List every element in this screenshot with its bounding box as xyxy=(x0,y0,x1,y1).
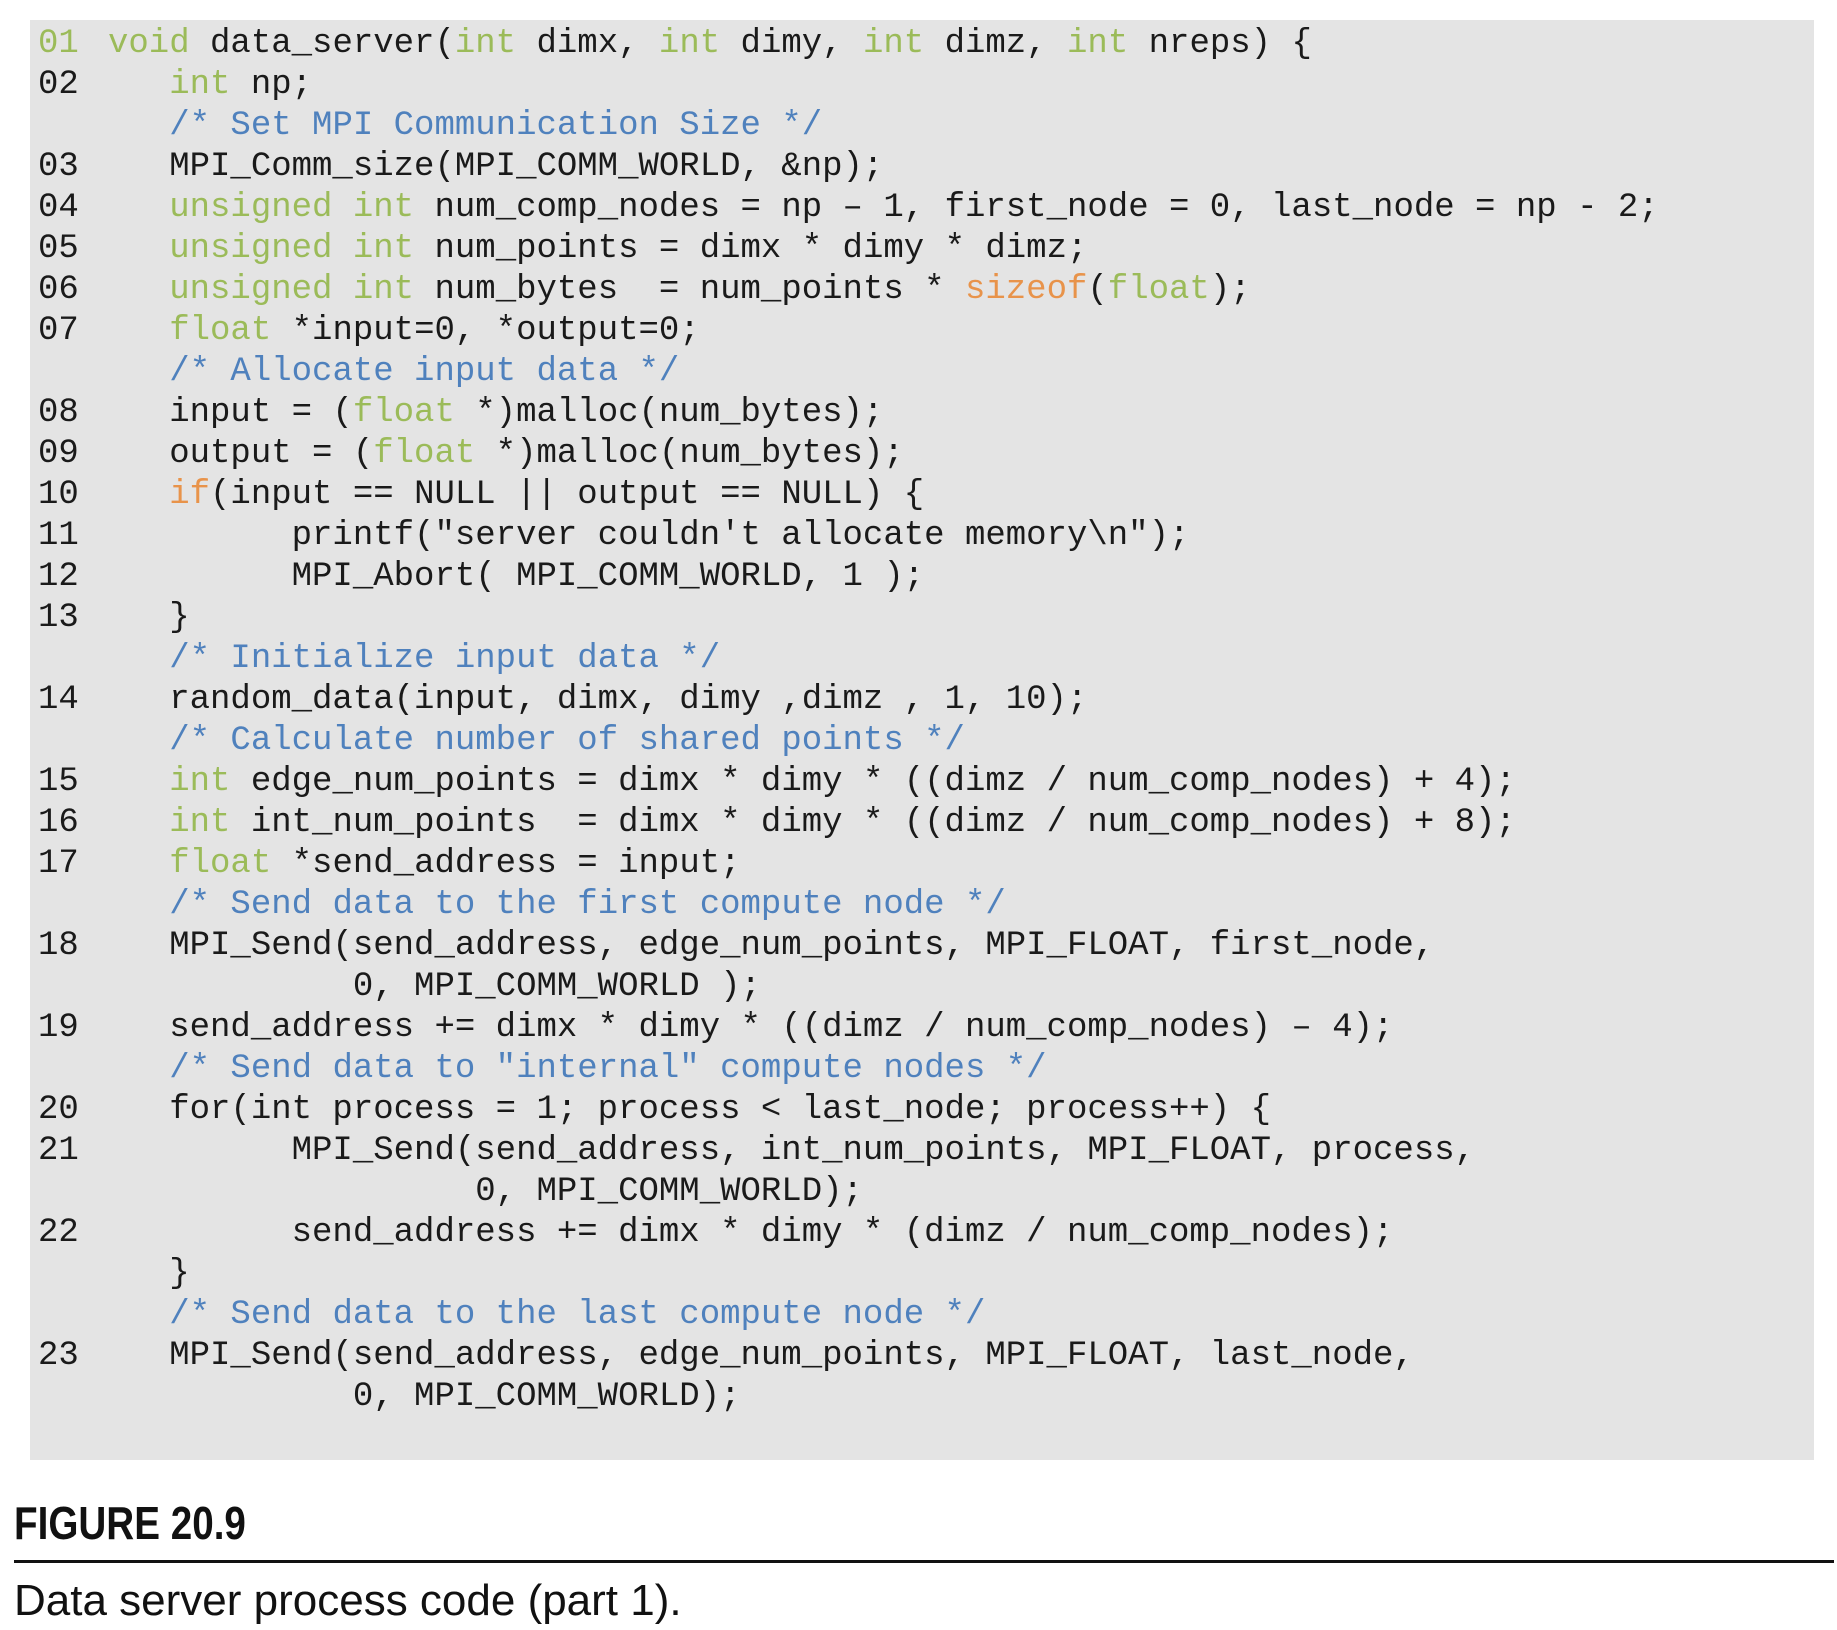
code-text: /* Send data to the last compute node */ xyxy=(169,1296,986,1334)
line-number: 01 xyxy=(38,25,79,63)
code-line: 03 MPI_Comm_size(MPI_COMM_WORLD, &np); xyxy=(30,147,1814,188)
code-text: random_data(input, dimx, dimy ,dimz , 1,… xyxy=(108,681,1088,719)
line-number: 09 xyxy=(38,435,79,473)
code-line: 06 unsigned int num_bytes = num_points *… xyxy=(30,270,1814,311)
code-line: 08 input = (float *)malloc(num_bytes); xyxy=(30,393,1814,434)
code-line: /* Initialize input data */ xyxy=(30,639,1814,680)
code-line: /* Calculate number of shared points */ xyxy=(30,721,1814,762)
code-text: 0, MPI_COMM_WORLD); xyxy=(108,1378,741,1416)
code-line: 0, MPI_COMM_WORLD); xyxy=(30,1172,1814,1213)
line-number: 06 xyxy=(38,271,79,309)
code-line: 22 send_address += dimx * dimy * (dimz /… xyxy=(30,1213,1814,1254)
code-line: 16 int int_num_points = dimx * dimy * ((… xyxy=(30,803,1814,844)
code-text: for(int process = 1; process < last_node… xyxy=(108,1091,1271,1129)
code-line: /* Set MPI Communication Size */ xyxy=(30,106,1814,147)
line-number: 07 xyxy=(38,312,79,350)
code-text: void data_server(int dimx, int dimy, int… xyxy=(108,25,1312,63)
code-text: } xyxy=(108,599,190,637)
code-text: unsigned int num_points = dimx * dimy * … xyxy=(169,230,1088,268)
code-line: /* Allocate input data */ xyxy=(30,352,1814,393)
code-line: 14 random_data(input, dimx, dimy ,dimz ,… xyxy=(30,680,1814,721)
code-line: 01 void data_server(int dimx, int dimy, i… xyxy=(30,24,1814,65)
code-text: unsigned int num_comp_nodes = np – 1, fi… xyxy=(169,189,1659,227)
line-number: 23 xyxy=(38,1337,79,1375)
code-line: 21 MPI_Send(send_address, int_num_points… xyxy=(30,1131,1814,1172)
code-line: 11 printf("server couldn't allocate memo… xyxy=(30,516,1814,557)
code-text: float *input=0, *output=0; xyxy=(169,312,700,350)
code-text: send_address += dimx * dimy * (dimz / nu… xyxy=(108,1214,1394,1252)
code-text: } xyxy=(108,1255,190,1293)
code-text: /* Allocate input data */ xyxy=(169,353,680,391)
figure-label: FIGURE 20.9 xyxy=(14,1497,246,1549)
code-line: 10 if(input == NULL || output == NULL) { xyxy=(30,475,1814,516)
code-line: } xyxy=(30,1254,1814,1295)
line-number: 10 xyxy=(38,476,79,514)
code-text: MPI_Comm_size(MPI_COMM_WORLD, &np); xyxy=(108,148,884,186)
code-line: 19 send_address += dimx * dimy * ((dimz … xyxy=(30,1008,1814,1049)
caption-divider xyxy=(14,1560,1834,1563)
line-number: 18 xyxy=(38,927,79,965)
line-number: 15 xyxy=(38,763,79,801)
code-line: /* Send data to the first compute node *… xyxy=(30,885,1814,926)
code-line: 17 float *send_address = input; xyxy=(30,844,1814,885)
code-line: 20 for(int process = 1; process < last_n… xyxy=(30,1090,1814,1131)
code-text: output = (float *)malloc(num_bytes); xyxy=(108,435,904,473)
code-text: MPI_Send(send_address, edge_num_points, … xyxy=(108,927,1435,965)
code-text: float *send_address = input; xyxy=(169,845,741,883)
code-line: 07 float *input=0, *output=0; xyxy=(30,311,1814,352)
code-text: /* Initialize input data */ xyxy=(169,640,721,678)
code-text: 0, MPI_COMM_WORLD); xyxy=(108,1173,863,1211)
code-text: int edge_num_points = dimx * dimy * ((di… xyxy=(169,763,1516,801)
code-line: 13 } xyxy=(30,598,1814,639)
line-number: 02 xyxy=(38,66,79,104)
code-text: /* Set MPI Communication Size */ xyxy=(169,107,823,145)
code-text: MPI_Send(send_address, int_num_points, M… xyxy=(108,1132,1476,1170)
code-line: 12 MPI_Abort( MPI_COMM_WORLD, 1 ); xyxy=(30,557,1814,598)
line-number: 12 xyxy=(38,558,79,596)
code-listing: 01 void data_server(int dimx, int dimy, i… xyxy=(30,20,1814,1460)
code-line: 0, MPI_COMM_WORLD); xyxy=(30,1377,1814,1418)
code-line: /* Send data to "internal" compute nodes… xyxy=(30,1049,1814,1090)
figure-caption: Data server process code (part 1). xyxy=(14,1576,682,1625)
code-text: if(input == NULL || output == NULL) { xyxy=(169,476,925,514)
code-text: printf("server couldn't allocate memory\… xyxy=(108,517,1190,555)
line-number: 08 xyxy=(38,394,79,432)
code-text: unsigned int num_bytes = num_points * si… xyxy=(169,271,1251,309)
line-number: 05 xyxy=(38,230,79,268)
line-number: 11 xyxy=(38,517,79,555)
code-text: int int_num_points = dimx * dimy * ((dim… xyxy=(169,804,1516,842)
line-number: 16 xyxy=(38,804,79,842)
line-number: 22 xyxy=(38,1214,79,1252)
code-text: input = (float *)malloc(num_bytes); xyxy=(108,394,884,432)
line-number: 03 xyxy=(38,148,79,186)
line-number: 20 xyxy=(38,1091,79,1129)
line-number: 21 xyxy=(38,1132,79,1170)
code-text: 0, MPI_COMM_WORLD ); xyxy=(108,968,761,1006)
line-number: 13 xyxy=(38,599,79,637)
code-line: 05 unsigned int num_points = dimx * dimy… xyxy=(30,229,1814,270)
line-number: 04 xyxy=(38,189,79,227)
line-number: 19 xyxy=(38,1009,79,1047)
code-text: send_address += dimx * dimy * ((dimz / n… xyxy=(108,1009,1394,1047)
line-number: 14 xyxy=(38,681,79,719)
code-line: 02 int np; xyxy=(30,65,1814,106)
code-line: 18 MPI_Send(send_address, edge_num_point… xyxy=(30,926,1814,967)
code-text: /* Send data to the first compute node *… xyxy=(169,886,1006,924)
code-line: 09 output = (float *)malloc(num_bytes); xyxy=(30,434,1814,475)
code-text: MPI_Send(send_address, edge_num_points, … xyxy=(108,1337,1414,1375)
code-text: /* Calculate number of shared points */ xyxy=(169,722,965,760)
code-text: MPI_Abort( MPI_COMM_WORLD, 1 ); xyxy=(108,558,925,596)
code-text: /* Send data to "internal" compute nodes… xyxy=(169,1050,1047,1088)
code-line: 04 unsigned int num_comp_nodes = np – 1,… xyxy=(30,188,1814,229)
code-line: 23 MPI_Send(send_address, edge_num_point… xyxy=(30,1336,1814,1377)
line-number: 17 xyxy=(38,845,79,883)
code-line: 15 int edge_num_points = dimx * dimy * (… xyxy=(30,762,1814,803)
code-line: /* Send data to the last compute node */ xyxy=(30,1295,1814,1336)
code-line: 0, MPI_COMM_WORLD ); xyxy=(30,967,1814,1008)
code-text: int np; xyxy=(169,66,313,104)
